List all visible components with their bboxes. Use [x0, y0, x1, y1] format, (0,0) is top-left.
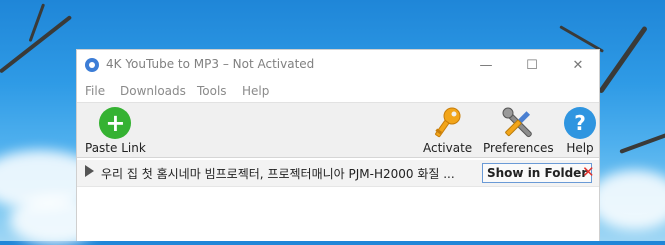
minimize-button[interactable]: —: [463, 50, 509, 80]
app-logo-icon: [85, 58, 99, 72]
close-window-button[interactable]: ✕: [555, 50, 601, 80]
help-label: Help: [566, 141, 594, 155]
key-icon: [431, 107, 465, 139]
menu-downloads[interactable]: Downloads: [120, 84, 186, 98]
menu-help[interactable]: Help: [242, 84, 269, 98]
question-icon: ?: [564, 107, 596, 139]
maximize-button[interactable]: ☐: [509, 50, 555, 80]
menu-tools[interactable]: Tools: [197, 84, 227, 98]
help-button[interactable]: ? Help: [563, 107, 597, 155]
preferences-label: Preferences: [483, 141, 554, 155]
preferences-button[interactable]: Preferences: [483, 107, 554, 155]
menu-bar: File Downloads Tools Help: [77, 80, 599, 102]
activate-button[interactable]: Activate: [423, 107, 472, 155]
download-item[interactable]: 우리 집 첫 홈시네마 빔프로젝터, 프로젝터매니아 PJM-H2000 화질 …: [77, 160, 599, 187]
download-title: 우리 집 첫 홈시네마 빔프로젝터, 프로젝터매니아 PJM-H2000 화질 …: [101, 167, 455, 181]
paste-link-label: Paste Link: [85, 141, 146, 155]
toolbar: + Paste Link Activate Preferences ? Help: [77, 102, 599, 158]
close-icon[interactable]: ✕: [582, 163, 595, 181]
app-window: 4K YouTube to MP3 – Not Activated — ☐ ✕ …: [76, 49, 600, 241]
menu-file[interactable]: File: [85, 84, 105, 98]
play-icon[interactable]: [85, 165, 94, 177]
show-in-folder-button[interactable]: Show in Folder: [482, 163, 593, 183]
paste-link-button[interactable]: + Paste Link: [85, 107, 146, 155]
wrench-screwdriver-icon: [501, 107, 535, 139]
window-title: 4K YouTube to MP3 – Not Activated: [106, 57, 315, 71]
plus-icon: +: [99, 107, 132, 139]
title-bar[interactable]: 4K YouTube to MP3 – Not Activated — ☐ ✕: [77, 50, 599, 80]
activate-label: Activate: [423, 141, 473, 155]
